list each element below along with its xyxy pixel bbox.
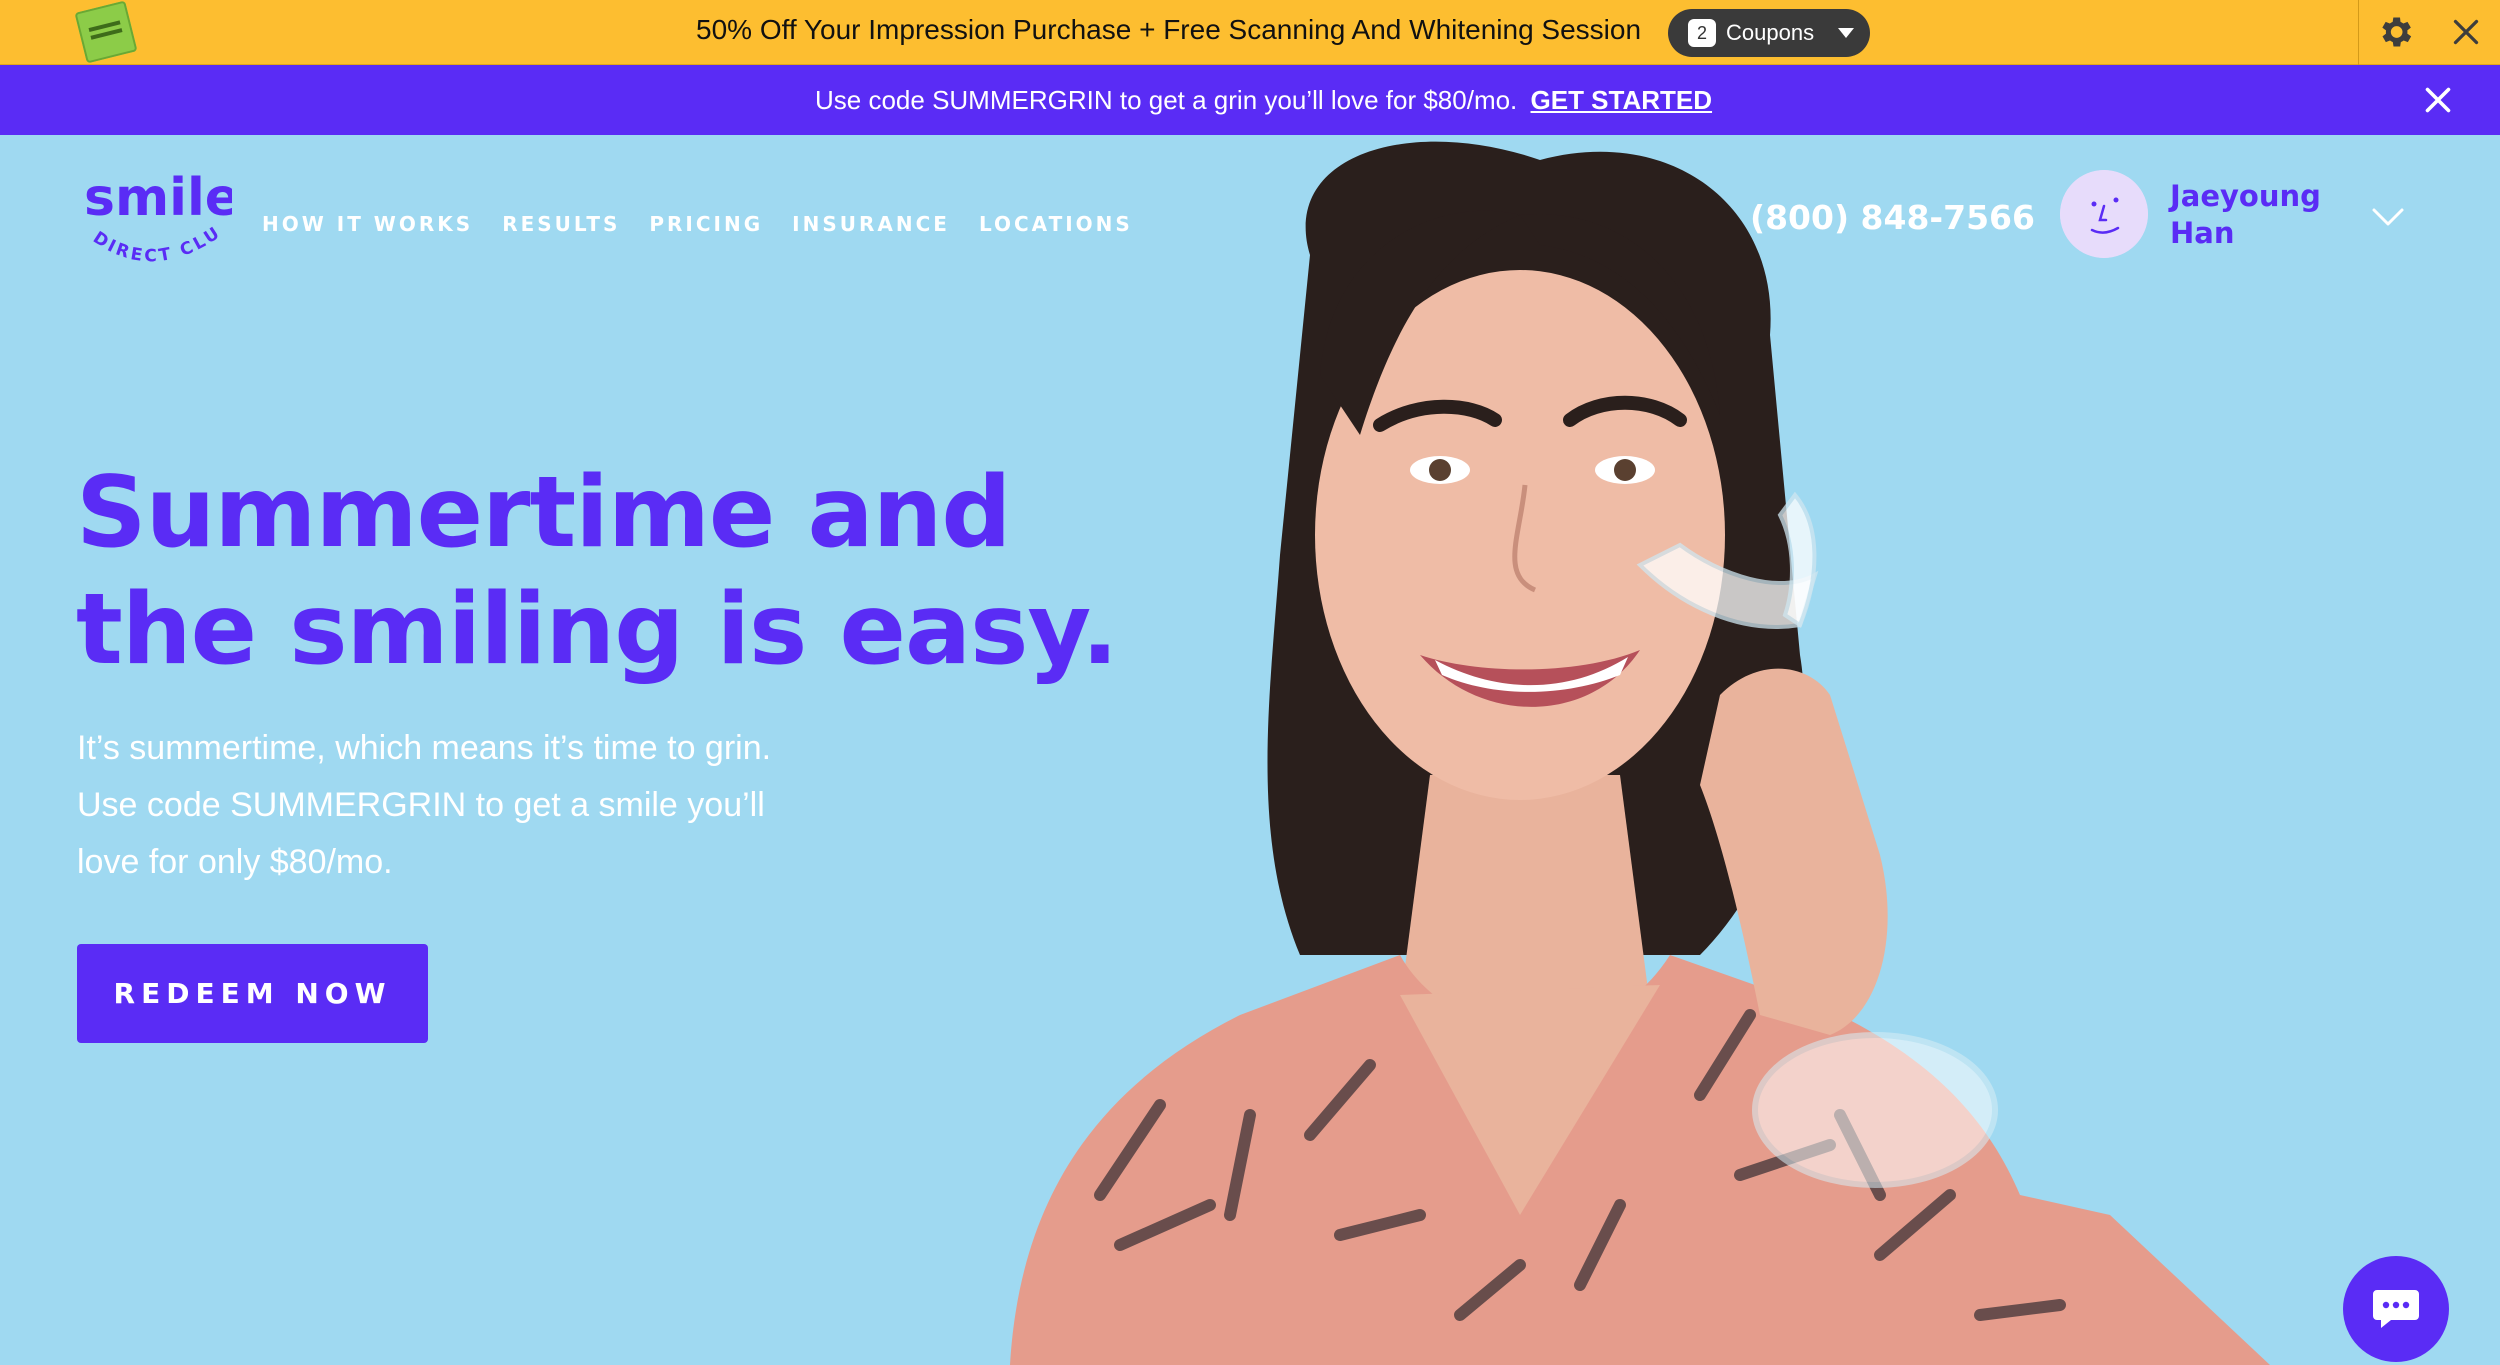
- promo-banner: Use code SUMMERGRIN to get a grin you’ll…: [0, 65, 2500, 135]
- coupons-label: Coupons: [1726, 20, 1815, 45]
- nav-locations[interactable]: LOCATIONS: [979, 212, 1133, 236]
- brand-word: smile: [84, 168, 232, 228]
- hero-headline: Summertime and the smiling is easy.: [76, 455, 1176, 689]
- promo-text: Use code SUMMERGRIN to get a grin you’ll…: [815, 85, 1518, 115]
- hero-subcopy: It’s summertime, which means it’s time t…: [77, 720, 877, 891]
- close-icon[interactable]: [2448, 14, 2484, 50]
- chat-bubble-icon: [2373, 1290, 2419, 1328]
- nav-results[interactable]: RESULTS: [502, 212, 620, 236]
- coupons-dropdown-button[interactable]: 2 Coupons: [1668, 9, 1870, 57]
- headline-line-2: the smiling is easy.: [76, 573, 1119, 687]
- phone-number-link[interactable]: (800) 848-7566: [1750, 198, 2035, 237]
- gear-icon[interactable]: [2375, 12, 2415, 52]
- smile-direct-club-logo[interactable]: smile DIRECT CLUB: [82, 165, 232, 285]
- honey-logo-icon[interactable]: [74, 0, 138, 64]
- nav-insurance[interactable]: INSURANCE: [792, 212, 950, 236]
- main-nav: HOW IT WORKS RESULTS PRICING INSURANCE L…: [262, 212, 1162, 236]
- get-started-link[interactable]: GET STARTED: [1531, 85, 1713, 115]
- subcopy-line-2: Use code SUMMERGRIN to get a smile you’l…: [77, 786, 765, 824]
- subcopy-line-1: It’s summertime, which means it’s time t…: [77, 729, 772, 767]
- user-first-name: Jaeyoung: [2170, 179, 2321, 213]
- promo-message: Use code SUMMERGRIN to get a grin you’ll…: [815, 85, 1712, 116]
- caret-down-icon: [1838, 28, 1855, 38]
- chat-launcher-button[interactable]: [2343, 1256, 2449, 1362]
- subcopy-line-3: love for only $80/mo.: [77, 843, 393, 881]
- divider: [2358, 0, 2359, 65]
- user-last-name: Han: [2170, 216, 2235, 250]
- redeem-now-button[interactable]: REDEEM NOW: [77, 944, 428, 1043]
- nav-how-it-works[interactable]: HOW IT WORKS: [262, 212, 473, 236]
- close-icon[interactable]: [2420, 82, 2456, 118]
- headline-line-1: Summertime and: [76, 456, 1012, 570]
- extension-offer-text: 50% Off Your Impression Purchase + Free …: [696, 14, 1642, 45]
- coupon-count-badge: 2: [1688, 19, 1716, 47]
- extension-coupon-bar: 50% Off Your Impression Purchase + Free …: [0, 0, 2500, 65]
- user-menu-button[interactable]: Jaeyoung Han: [2170, 178, 2360, 252]
- chevron-down-icon[interactable]: [2370, 202, 2406, 230]
- avatar-face-icon[interactable]: [2060, 170, 2148, 258]
- woman-holding-clear-aligner-photo: [1010, 141, 2270, 1365]
- nav-pricing[interactable]: PRICING: [649, 212, 763, 236]
